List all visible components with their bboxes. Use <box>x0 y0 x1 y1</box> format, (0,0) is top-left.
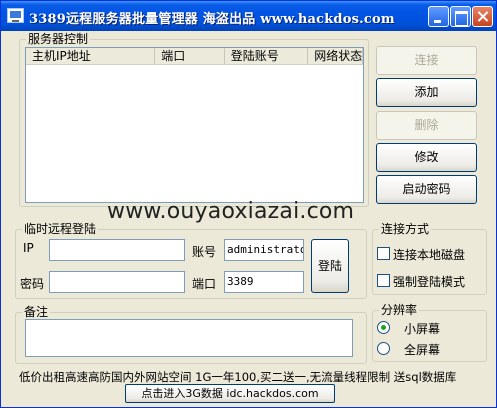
server-list-header: 主机IP地址 端口 登陆账号 网络状态 <box>26 48 363 65</box>
column-login-account[interactable]: 登陆账号 <box>225 48 309 64</box>
small-screen-radio[interactable] <box>377 321 390 334</box>
maximize-icon[interactable] <box>450 6 471 27</box>
login-button[interactable]: 登陆 <box>311 239 349 293</box>
connect-button[interactable]: 连接 <box>376 46 477 75</box>
remark-legend: 备注 <box>22 305 51 319</box>
server-control-legend: 服务器控制 <box>26 32 91 46</box>
password-input[interactable] <box>49 271 185 293</box>
connect-mode-legend: 连接方式 <box>379 222 432 236</box>
close-icon[interactable] <box>472 6 493 27</box>
app-icon <box>7 8 24 23</box>
column-network-status[interactable]: 网络状态 <box>308 48 363 64</box>
watermark-text: www.ouyaoxiazai.com <box>107 199 355 224</box>
local-disk-checkbox[interactable] <box>377 247 390 260</box>
port-input[interactable]: 3389 <box>224 271 304 293</box>
server-list[interactable]: 主机IP地址 端口 登陆账号 网络状态 <box>25 47 364 203</box>
full-screen-radio[interactable] <box>377 342 390 355</box>
app-window: 3389远程服务器批量管理器 海盗出品 www.hackdos.com 服务器控… <box>0 0 497 408</box>
small-screen-label[interactable]: 小屏幕 <box>404 320 440 337</box>
start-password-button[interactable]: 启动密码 <box>376 175 477 204</box>
modify-button[interactable]: 修改 <box>376 143 477 172</box>
column-host-ip[interactable]: 主机IP地址 <box>26 48 156 64</box>
password-label: 密码 <box>20 277 45 291</box>
full-screen-label[interactable]: 全屏幕 <box>404 341 440 358</box>
port-label: 端口 <box>192 277 217 291</box>
idc-link-button[interactable]: 点击进入3G数据 idc.hackdos.com <box>125 384 335 403</box>
minimize-icon[interactable] <box>428 6 449 27</box>
force-login-label[interactable]: 强制登陆模式 <box>393 273 465 290</box>
temp-login-legend: 临时远程登陆 <box>22 222 99 236</box>
title-bar[interactable]: 3389远程服务器批量管理器 海盗出品 www.hackdos.com <box>1 1 496 31</box>
account-input[interactable]: administrator <box>224 239 304 261</box>
window-title: 3389远程服务器批量管理器 海盗出品 www.hackdos.com <box>29 12 395 27</box>
delete-button[interactable]: 删除 <box>376 111 477 140</box>
ip-label: IP <box>23 241 34 255</box>
remark-textarea[interactable] <box>25 319 353 357</box>
force-login-checkbox[interactable] <box>377 274 390 287</box>
column-port[interactable]: 端口 <box>155 48 225 64</box>
resolution-legend: 分辨率 <box>379 303 420 317</box>
local-disk-label[interactable]: 连接本地磁盘 <box>393 246 465 263</box>
account-label: 账号 <box>192 245 217 259</box>
footer-ad-text: 低价出租高速高防国内外网站空间 1G一年100,买二送一,无流量线程限制 送sq… <box>19 370 457 384</box>
add-button[interactable]: 添加 <box>376 78 477 107</box>
ip-input[interactable] <box>49 239 185 261</box>
